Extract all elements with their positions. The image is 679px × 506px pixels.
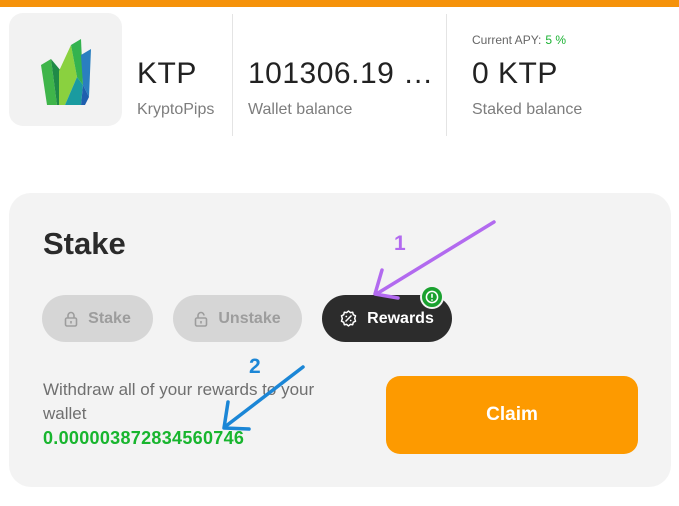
divider [232,14,233,136]
token-name: KryptoPips [137,101,215,118]
reward-amount: 0.000003872834560746 [43,428,245,448]
token-symbol: KTP [137,57,197,90]
divider [446,14,447,136]
top-accent-bar [0,0,679,7]
alert-icon [420,285,444,309]
wallet-balance-amount: 101306.19 … [248,57,434,90]
crystal-logo-icon [41,39,91,105]
apy-value: 5 % [545,33,567,47]
tab-unstake-label: Unstake [218,309,281,327]
apy-label: Current APY: [472,33,542,47]
lock-icon [64,311,78,327]
claim-button-label: Claim [486,404,538,425]
staked-balance-amount: 0 KTP [472,57,558,90]
tab-stake-label: Stake [88,309,131,327]
claim-button[interactable]: Claim [386,376,638,454]
token-logo [9,13,122,126]
withdraw-description: Withdraw all of your rewards to your wal… [43,380,315,423]
tab-rewards-label: Rewards [367,309,434,327]
rewards-badge-icon [340,310,357,327]
wallet-balance-label: Wallet balance [248,101,353,118]
stake-card-title: Stake [43,226,126,261]
annotation-number-1: 1 [394,232,406,255]
tab-stake[interactable]: Stake [42,295,153,342]
apy-row: Current APY: 5 % [472,33,566,47]
unlock-icon [194,311,208,327]
tab-unstake[interactable]: Unstake [173,295,302,342]
annotation-number-2: 2 [249,355,261,378]
staked-balance-label: Staked balance [472,101,583,118]
